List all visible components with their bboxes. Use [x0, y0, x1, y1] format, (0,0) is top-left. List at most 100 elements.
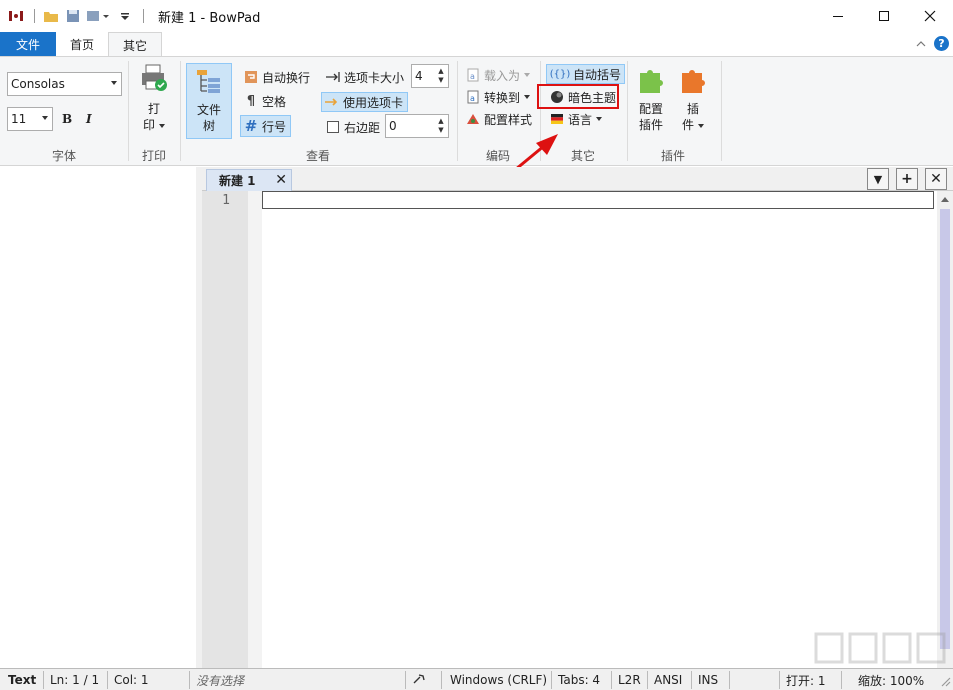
- minimize-button[interactable]: [815, 0, 861, 32]
- plugins-button[interactable]: 插 件: [675, 65, 711, 141]
- braces-icon: ({}): [549, 68, 571, 80]
- save-icon[interactable]: [63, 6, 83, 26]
- auto-brace-label: 自动括号: [573, 67, 622, 82]
- window-controls: [815, 0, 953, 32]
- font-name-combo[interactable]: Consolas: [7, 72, 122, 96]
- bold-label: B: [62, 112, 73, 126]
- file-tree-button[interactable]: 文件 树: [186, 63, 232, 139]
- new-tab-button[interactable]: +: [896, 168, 918, 190]
- status-column[interactable]: Col: 1: [108, 671, 190, 689]
- word-wrap-button[interactable]: 自动换行: [243, 67, 310, 87]
- scrollbar-thumb[interactable]: [940, 209, 950, 649]
- status-encoding[interactable]: ANSI: [648, 671, 692, 689]
- status-lexer[interactable]: Text: [0, 671, 44, 689]
- ribbon-tab-right-controls: ?: [916, 36, 949, 51]
- tab-home[interactable]: 首页: [56, 32, 108, 56]
- word-wrap-label: 自动换行: [262, 70, 311, 85]
- line-numbers-button[interactable]: # 行号: [240, 115, 292, 137]
- italic-button[interactable]: I: [86, 110, 100, 128]
- window-title: 新建 1 - BowPad: [158, 10, 261, 26]
- config-plugins-label-top: 配置: [638, 102, 663, 116]
- status-eol[interactable]: Windows (CRLF): [442, 671, 552, 689]
- status-selection: 没有选择: [190, 671, 406, 689]
- spinner-arrows-icon[interactable]: ▲ ▼: [436, 117, 446, 135]
- fold-margin[interactable]: [248, 191, 262, 668]
- file-tree-label-top: 文件: [196, 103, 221, 117]
- whitespace-button[interactable]: ¶ 空格: [243, 91, 286, 111]
- config-plugins-button[interactable]: 配置 插件: [633, 65, 669, 141]
- ribbon-tab-row: 文件 首页 其它 ?: [0, 32, 953, 57]
- editor-text-area[interactable]: [262, 191, 937, 668]
- puzzle-orange-icon: [678, 65, 708, 99]
- document-tab-bar: 新建 1 ✕ ▼ + ✕: [202, 167, 953, 191]
- printer-icon: [139, 63, 169, 97]
- maximize-button[interactable]: [861, 0, 907, 32]
- status-open-count: 打开: 1: [780, 671, 842, 689]
- collapse-ribbon-icon[interactable]: [916, 37, 926, 51]
- right-margin-spinner[interactable]: 0 ▲ ▼: [385, 114, 449, 138]
- spinner-arrows-icon[interactable]: ▲ ▼: [436, 67, 446, 85]
- status-line[interactable]: Ln: 1 / 1: [44, 671, 108, 689]
- status-insert-mode[interactable]: INS: [692, 671, 730, 689]
- bold-button[interactable]: B: [62, 110, 76, 128]
- font-size-combo[interactable]: 11: [7, 107, 53, 131]
- encoding-icon: a: [465, 89, 481, 105]
- status-tools[interactable]: [406, 671, 442, 689]
- use-tabs-button[interactable]: 使用选项卡: [321, 92, 409, 112]
- open-folder-icon[interactable]: [41, 6, 61, 26]
- status-direction[interactable]: L2R: [612, 671, 648, 689]
- tab-arrow-icon: [325, 69, 341, 85]
- status-bar: Text Ln: 1 / 1 Col: 1 没有选择 Windows (CRLF…: [0, 668, 953, 690]
- status-zoom[interactable]: 缩放: 100%: [848, 671, 928, 689]
- line-number-gutter: 1: [202, 191, 248, 668]
- italic-label: I: [86, 112, 92, 126]
- annotation-highlight-box: [537, 84, 619, 109]
- line-number: 1: [222, 193, 230, 208]
- chevron-down-icon: [698, 123, 704, 128]
- doc-tab-title: 新建 1: [219, 174, 256, 188]
- whitespace-label: 空格: [262, 94, 287, 109]
- site-watermark-logo: [814, 632, 946, 664]
- print-label-bottom: 印: [142, 118, 155, 132]
- margin-icon: [325, 119, 341, 135]
- line-numbers-label: 行号: [262, 119, 287, 134]
- chevron-down-icon: [111, 81, 117, 85]
- convert-to-button[interactable]: a 转换到: [465, 87, 531, 107]
- tab-size-label: 选项卡大小: [344, 70, 405, 85]
- tab-file[interactable]: 文件: [0, 32, 56, 56]
- tab-other[interactable]: 其它: [108, 32, 162, 57]
- svg-text:a: a: [470, 94, 475, 103]
- current-line-highlight[interactable]: [262, 191, 934, 209]
- app-icon[interactable]: [6, 6, 26, 26]
- group-separator: [627, 61, 628, 161]
- right-margin-value: 0: [389, 119, 397, 133]
- pilcrow-icon: ¶: [246, 93, 256, 109]
- title-bar: 新建 1 - BowPad: [0, 0, 953, 32]
- group-label-font: 字体: [51, 149, 76, 163]
- print-label-bottom-wrap: 印: [143, 117, 165, 133]
- use-tabs-label: 使用选项卡: [343, 95, 404, 110]
- chevron-down-icon: [524, 95, 531, 99]
- customize-qat-icon[interactable]: [115, 6, 135, 26]
- right-margin-label: 右边距: [344, 120, 381, 135]
- resize-grip-icon[interactable]: [939, 675, 951, 687]
- tools-icon: [412, 673, 426, 688]
- status-tabs[interactable]: Tabs: 4: [552, 671, 612, 689]
- close-tab-button[interactable]: ✕: [925, 168, 947, 190]
- plugins-label-bottom-wrap: 件: [682, 117, 704, 133]
- load-as-button[interactable]: a 载入为: [465, 65, 531, 85]
- doc-tab-new-1[interactable]: 新建 1 ✕: [206, 169, 292, 191]
- close-button[interactable]: [907, 0, 953, 32]
- tab-list-dropdown-button[interactable]: ▼: [867, 168, 889, 190]
- scroll-up-icon[interactable]: [941, 196, 949, 202]
- plugins-label-bottom: 件: [681, 118, 694, 132]
- vertical-scrollbar[interactable]: [937, 191, 953, 668]
- print-button[interactable]: 打 印: [136, 63, 172, 139]
- file-tree-panel[interactable]: [0, 167, 196, 668]
- help-icon[interactable]: ?: [934, 36, 949, 51]
- auto-brace-button[interactable]: ({}) 自动括号: [546, 64, 626, 84]
- close-icon[interactable]: ✕: [275, 172, 287, 188]
- group-separator: [180, 61, 181, 161]
- save-options-icon[interactable]: [85, 6, 113, 26]
- tab-size-spinner[interactable]: 4 ▲ ▼: [411, 64, 449, 88]
